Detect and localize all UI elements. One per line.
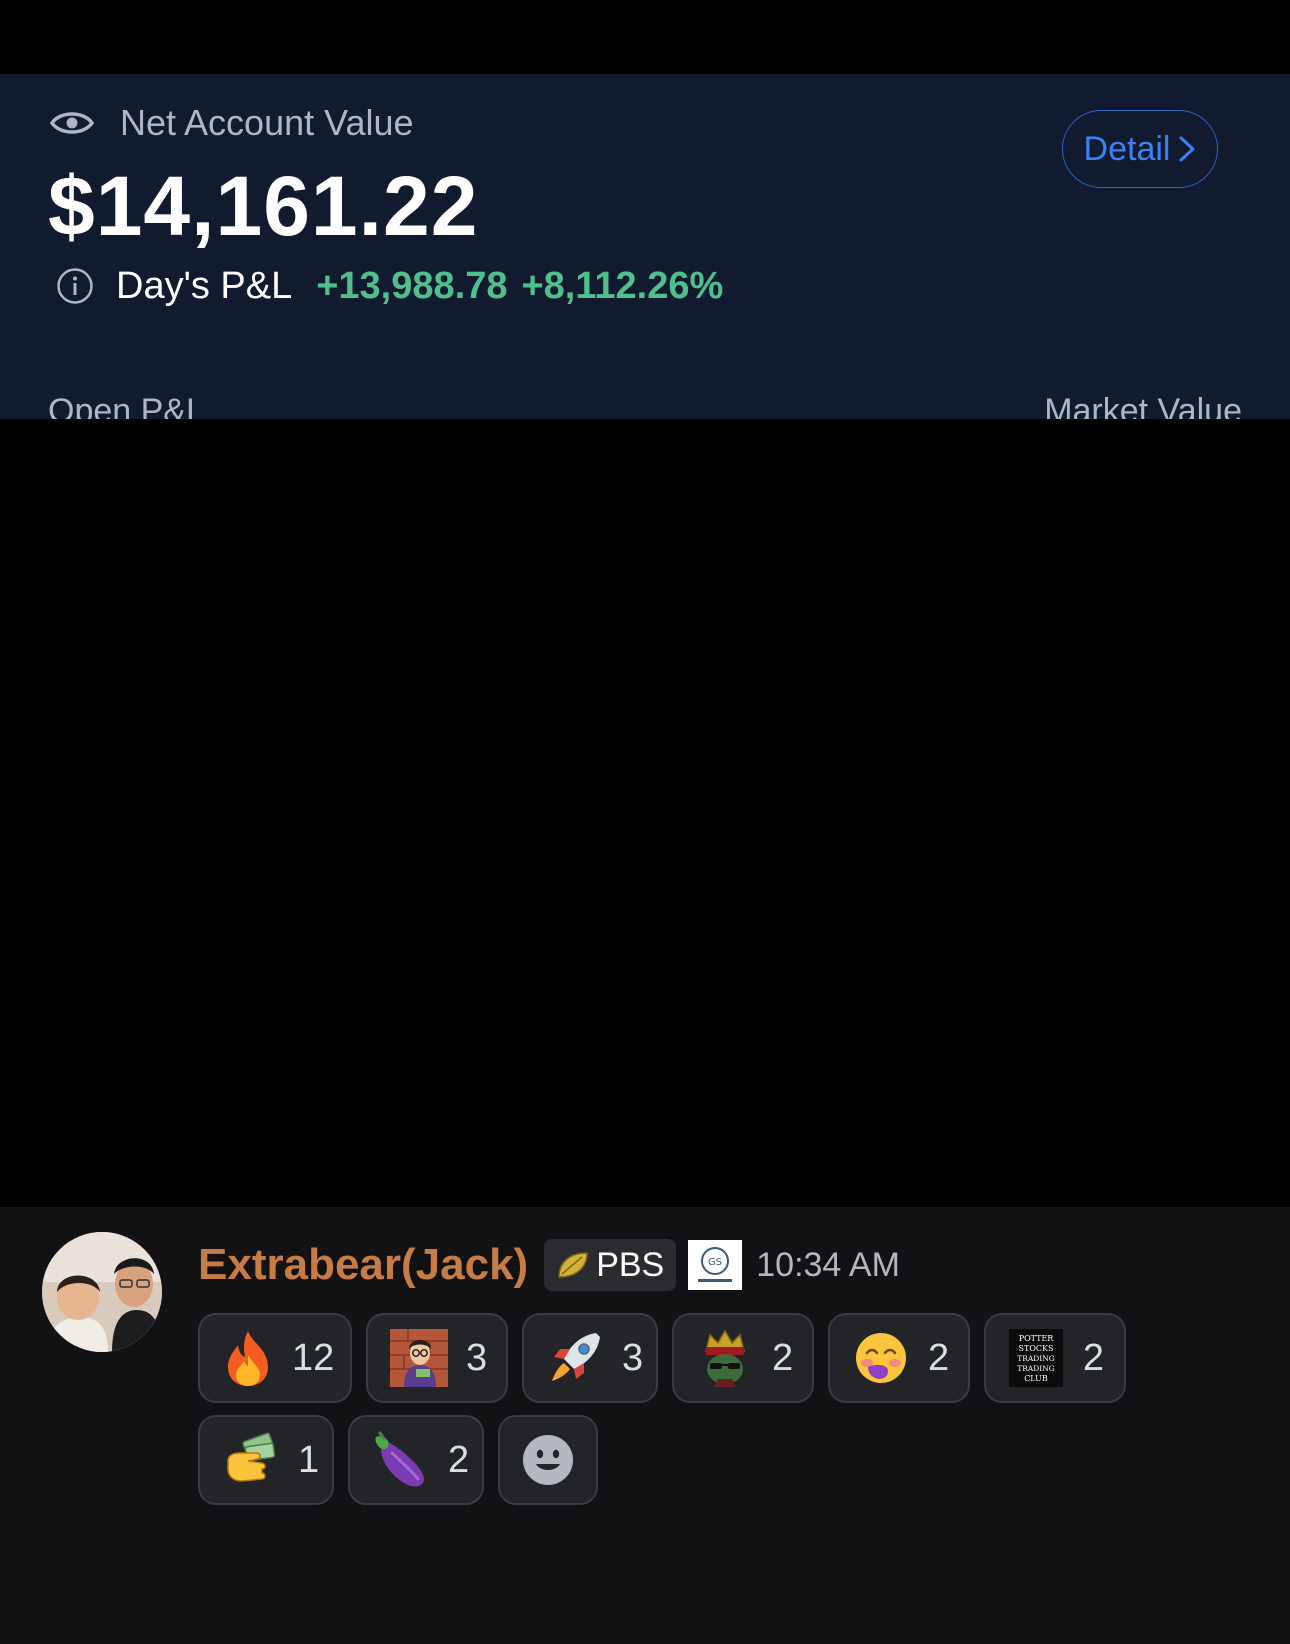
- custom-potter-icon: [390, 1329, 448, 1387]
- role-tag-label: PBS: [596, 1245, 665, 1284]
- days-pl-label: Day's P&L: [116, 264, 293, 307]
- reaction-rocket[interactable]: 3: [522, 1313, 658, 1403]
- days-pl-percent: +8,112.26%: [521, 264, 724, 307]
- reaction-count: 3: [466, 1336, 488, 1379]
- reaction-fire[interactable]: 12: [198, 1313, 352, 1403]
- potter-stocks-line: TRADING: [1018, 1354, 1056, 1363]
- fire-icon: [222, 1329, 274, 1387]
- reaction-count: 1: [298, 1438, 320, 1481]
- leaf-icon: [558, 1252, 588, 1278]
- screenshot-root: Net Account Value $14,161.22 Detail Day'…: [0, 0, 1290, 1644]
- net-account-value: $14,161.22: [48, 159, 479, 253]
- reaction-eggplant[interactable]: 2: [348, 1415, 484, 1505]
- reaction-custom-potter[interactable]: 3: [366, 1313, 508, 1403]
- potter-stocks-line: TRADING: [1018, 1364, 1056, 1373]
- eggplant-icon: [372, 1431, 430, 1489]
- message-header: Extrabear(Jack) PBS GS 10:34 AM: [198, 1237, 900, 1293]
- detail-button[interactable]: Detail: [1062, 110, 1218, 188]
- timestamp: 10:34 AM: [756, 1245, 900, 1284]
- days-pl-row: Day's P&L +13,988.78 +8,112.26%: [56, 264, 737, 308]
- account-summary-card: Net Account Value $14,161.22 Detail Day'…: [0, 74, 1290, 419]
- reaction-count: 3: [622, 1336, 644, 1379]
- avatar-photo: [42, 1232, 162, 1352]
- chat-message: Extrabear(Jack) PBS GS 10:34 AM 12 3 3 2…: [0, 1207, 1290, 1644]
- chevron-right-icon: [1179, 136, 1195, 162]
- detail-button-label: Detail: [1083, 129, 1171, 168]
- money-hand-icon: [222, 1431, 280, 1489]
- net-account-value-label: Net Account Value: [120, 102, 414, 143]
- open-pl-label: Open P&L: [48, 392, 205, 419]
- days-pl-amount: +13,988.78: [316, 264, 508, 307]
- net-account-value-header: Net Account Value: [50, 100, 414, 146]
- avatar[interactable]: [42, 1232, 162, 1352]
- role-tag[interactable]: PBS: [544, 1239, 677, 1291]
- custom-potter-stocks-club-icon: POTTER STOCKS TRADING TRADING CLUB: [1008, 1329, 1065, 1387]
- blushing-face-icon: [852, 1329, 910, 1387]
- potter-stocks-line: POTTER: [1019, 1334, 1055, 1343]
- reaction-custom-king[interactable]: 2: [672, 1313, 814, 1403]
- potter-stocks-line: STOCKS: [1019, 1344, 1054, 1353]
- add-reaction-button[interactable]: [498, 1415, 598, 1505]
- info-icon[interactable]: [56, 267, 94, 305]
- server-badge-icon[interactable]: GS: [688, 1240, 743, 1290]
- username[interactable]: Extrabear(Jack): [198, 1240, 528, 1290]
- reaction-money-hand[interactable]: 1: [198, 1415, 334, 1505]
- potter-stocks-line: CLUB: [1025, 1374, 1049, 1383]
- reaction-count: 2: [1082, 1336, 1104, 1379]
- reaction-count: 2: [448, 1438, 470, 1481]
- rocket-icon: [546, 1329, 604, 1387]
- custom-king-icon: [696, 1329, 754, 1387]
- reaction-count: 12: [292, 1336, 335, 1379]
- svg-text:GS: GS: [708, 1257, 722, 1268]
- reaction-custom-potter-stocks-club[interactable]: POTTER STOCKS TRADING TRADING CLUB 2: [984, 1313, 1126, 1403]
- eye-icon[interactable]: [50, 108, 94, 138]
- market-value-label: Market Value: [1044, 392, 1242, 419]
- reaction-count: 2: [772, 1336, 794, 1379]
- reaction-blushing-face[interactable]: 2: [828, 1313, 970, 1403]
- reaction-count: 2: [928, 1336, 950, 1379]
- smiley-icon: [523, 1435, 573, 1485]
